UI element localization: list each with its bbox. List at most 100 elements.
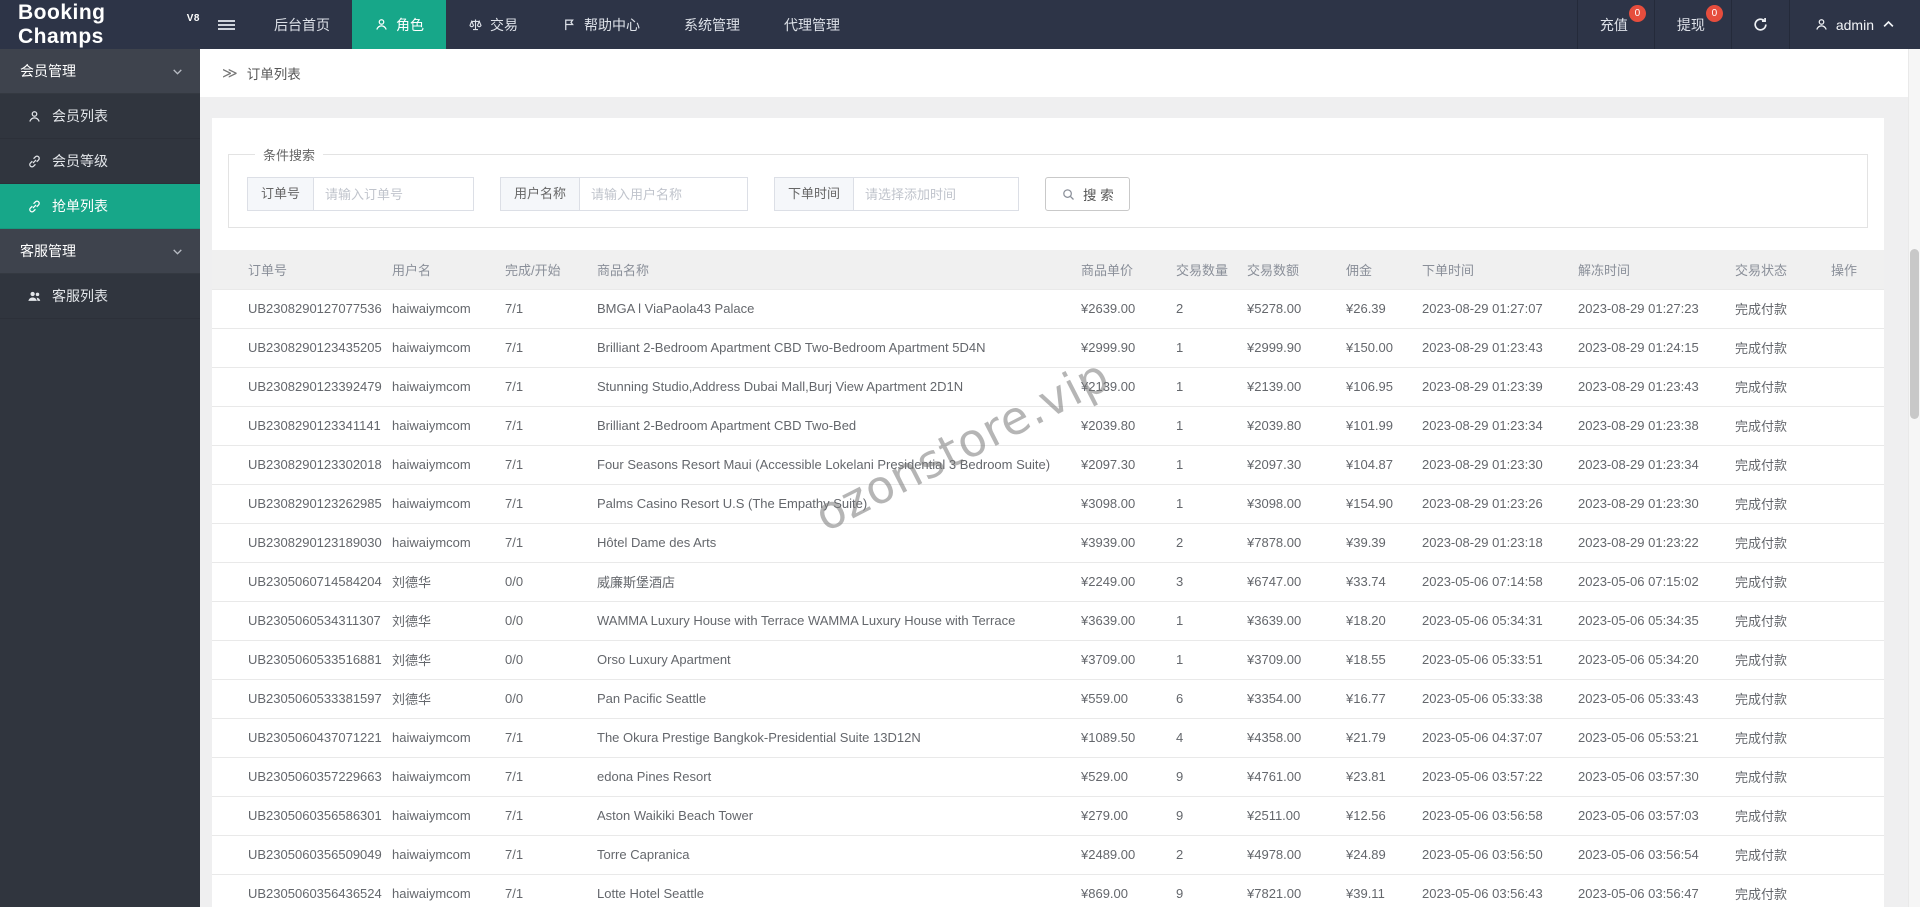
table-row: UB2305060533381597 刘德华 0/0 Pan Pacific S… xyxy=(212,679,1884,718)
nav-item-trade[interactable]: 交易 xyxy=(446,0,540,49)
col-order-time: 下单时间 xyxy=(1412,250,1568,289)
cell-done-start: 0/0 xyxy=(495,601,587,640)
cell-username: haiwaiymcom xyxy=(382,328,495,367)
sidebar-item-order-grab-list[interactable]: 抢单列表 xyxy=(0,184,200,229)
cell-unfreeze-time: 2023-05-06 03:56:54 xyxy=(1568,835,1725,874)
table-row: UB2308290123189030 haiwaiymcom 7/1 Hôtel… xyxy=(212,523,1884,562)
cell-trade-qty: 4 xyxy=(1166,718,1237,757)
nav-item-roles[interactable]: 角色 xyxy=(352,0,446,49)
refresh-button[interactable] xyxy=(1731,0,1789,49)
cell-order-time: 2023-08-29 01:23:34 xyxy=(1412,406,1568,445)
table-row: UB2305060357229663 haiwaiymcom 7/1 edona… xyxy=(212,757,1884,796)
nav-item-agent[interactable]: 代理管理 xyxy=(762,0,862,49)
cell-trade-amount: ¥4978.00 xyxy=(1237,835,1336,874)
cell-unfreeze-time: 2023-05-06 03:57:30 xyxy=(1568,757,1725,796)
nav-item-label: 交易 xyxy=(490,15,518,35)
cell-done-start: 7/1 xyxy=(495,796,587,835)
table-row: UB2305060356436524 haiwaiymcom 7/1 Lotte… xyxy=(212,874,1884,907)
order-table-body: UB2308290127077536 haiwaiymcom 7/1 BMGA … xyxy=(212,289,1884,907)
cell-username: haiwaiymcom xyxy=(382,484,495,523)
cell-done-start: 0/0 xyxy=(495,679,587,718)
cell-trade-qty: 2 xyxy=(1166,835,1237,874)
col-product-name: 商品名称 xyxy=(587,250,1071,289)
recharge-badge: 0 xyxy=(1629,5,1646,22)
cell-order-no: UB2305060356586301 xyxy=(212,796,382,835)
nav-item-system[interactable]: 系统管理 xyxy=(662,0,762,49)
sidebar-item-member-level[interactable]: 会员等级 xyxy=(0,139,200,184)
cell-order-no: UB2305060533516881 xyxy=(212,640,382,679)
recharge-button[interactable]: 充值 0 xyxy=(1577,0,1654,49)
sidebar-group-support-management[interactable]: 客服管理 xyxy=(0,229,200,274)
cell-trade-qty: 2 xyxy=(1166,523,1237,562)
table-row: UB2308290127077536 haiwaiymcom 7/1 BMGA … xyxy=(212,289,1884,328)
cell-actions xyxy=(1807,523,1884,562)
col-actions: 操作 xyxy=(1807,250,1884,289)
cell-actions xyxy=(1807,757,1884,796)
cell-product-name: BMGA l ViaPaola43 Palace xyxy=(587,289,1071,328)
cell-unfreeze-time: 2023-05-06 03:57:03 xyxy=(1568,796,1725,835)
cell-username: haiwaiymcom xyxy=(382,796,495,835)
cell-order-time: 2023-05-06 05:34:31 xyxy=(1412,601,1568,640)
cell-commission: ¥21.79 xyxy=(1336,718,1412,757)
order-no-input[interactable] xyxy=(314,177,474,211)
order-time-input[interactable] xyxy=(854,177,1019,211)
user-menu[interactable]: admin xyxy=(1789,0,1920,49)
cell-trade-amount: ¥3354.00 xyxy=(1237,679,1336,718)
cell-trade-status: 完成付款 xyxy=(1725,328,1807,367)
cell-username: 刘德华 xyxy=(382,562,495,601)
cell-product-name: edona Pines Resort xyxy=(587,757,1071,796)
nav-item-label: 代理管理 xyxy=(784,15,840,35)
cell-product-name: Lotte Hotel Seattle xyxy=(587,874,1071,907)
refresh-icon xyxy=(1752,16,1769,33)
col-trade-qty: 交易数量 xyxy=(1166,250,1237,289)
withdraw-label: 提现 xyxy=(1677,15,1705,35)
vertical-scrollbar-track[interactable] xyxy=(1908,49,1920,907)
cell-order-no: UB2308290123341141 xyxy=(212,406,382,445)
cell-commission: ¥106.95 xyxy=(1336,367,1412,406)
cell-unfreeze-time: 2023-08-29 01:23:43 xyxy=(1568,367,1725,406)
sidebar-toggle-button[interactable] xyxy=(200,0,252,49)
top-navbar: Booking Champs V8 后台首页 角色 交易 帮助中心 系统管理 代… xyxy=(0,0,1920,49)
sidebar-group-member-management[interactable]: 会员管理 xyxy=(0,49,200,94)
nav-item-dashboard[interactable]: 后台首页 xyxy=(252,0,352,49)
cell-product-name: Torre Capranica xyxy=(587,835,1071,874)
person-icon xyxy=(374,17,389,32)
cell-done-start: 7/1 xyxy=(495,484,587,523)
cell-trade-qty: 1 xyxy=(1166,640,1237,679)
cell-unit-price: ¥2249.00 xyxy=(1071,562,1166,601)
sidebar-item-member-list[interactable]: 会员列表 xyxy=(0,94,200,139)
nav-item-help-center[interactable]: 帮助中心 xyxy=(540,0,662,49)
username-input[interactable] xyxy=(580,177,748,211)
withdraw-badge: 0 xyxy=(1706,5,1723,22)
cell-product-name: Aston Waikiki Beach Tower xyxy=(587,796,1071,835)
cell-trade-status: 完成付款 xyxy=(1725,796,1807,835)
cell-product-name: Brilliant 2-Bedroom Apartment CBD Two-Be… xyxy=(587,328,1071,367)
sidebar-item-label: 客服列表 xyxy=(52,286,108,306)
cell-trade-status: 完成付款 xyxy=(1725,367,1807,406)
cell-username: 刘德华 xyxy=(382,679,495,718)
nav-item-label: 系统管理 xyxy=(684,15,740,35)
cell-trade-status: 完成付款 xyxy=(1725,679,1807,718)
search-button[interactable]: 搜 索 xyxy=(1045,177,1130,211)
cell-order-time: 2023-08-29 01:23:39 xyxy=(1412,367,1568,406)
cell-actions xyxy=(1807,289,1884,328)
cell-trade-qty: 1 xyxy=(1166,484,1237,523)
cell-actions xyxy=(1807,718,1884,757)
cell-trade-amount: ¥3709.00 xyxy=(1237,640,1336,679)
withdraw-button[interactable]: 提现 0 xyxy=(1654,0,1731,49)
cell-order-no: UB2305060356509049 xyxy=(212,835,382,874)
cell-unfreeze-time: 2023-05-06 07:15:02 xyxy=(1568,562,1725,601)
search-icon xyxy=(1061,187,1076,202)
col-commission: 佣金 xyxy=(1336,250,1412,289)
cell-actions xyxy=(1807,484,1884,523)
cell-unit-price: ¥1089.50 xyxy=(1071,718,1166,757)
sidebar-item-support-list[interactable]: 客服列表 xyxy=(0,274,200,319)
cell-order-time: 2023-05-06 03:57:22 xyxy=(1412,757,1568,796)
cell-order-time: 2023-05-06 07:14:58 xyxy=(1412,562,1568,601)
cell-trade-qty: 6 xyxy=(1166,679,1237,718)
cell-trade-amount: ¥7821.00 xyxy=(1237,874,1336,907)
cell-unfreeze-time: 2023-08-29 01:27:23 xyxy=(1568,289,1725,328)
cell-actions xyxy=(1807,796,1884,835)
vertical-scrollbar-thumb[interactable] xyxy=(1910,249,1919,419)
cell-trade-qty: 1 xyxy=(1166,601,1237,640)
